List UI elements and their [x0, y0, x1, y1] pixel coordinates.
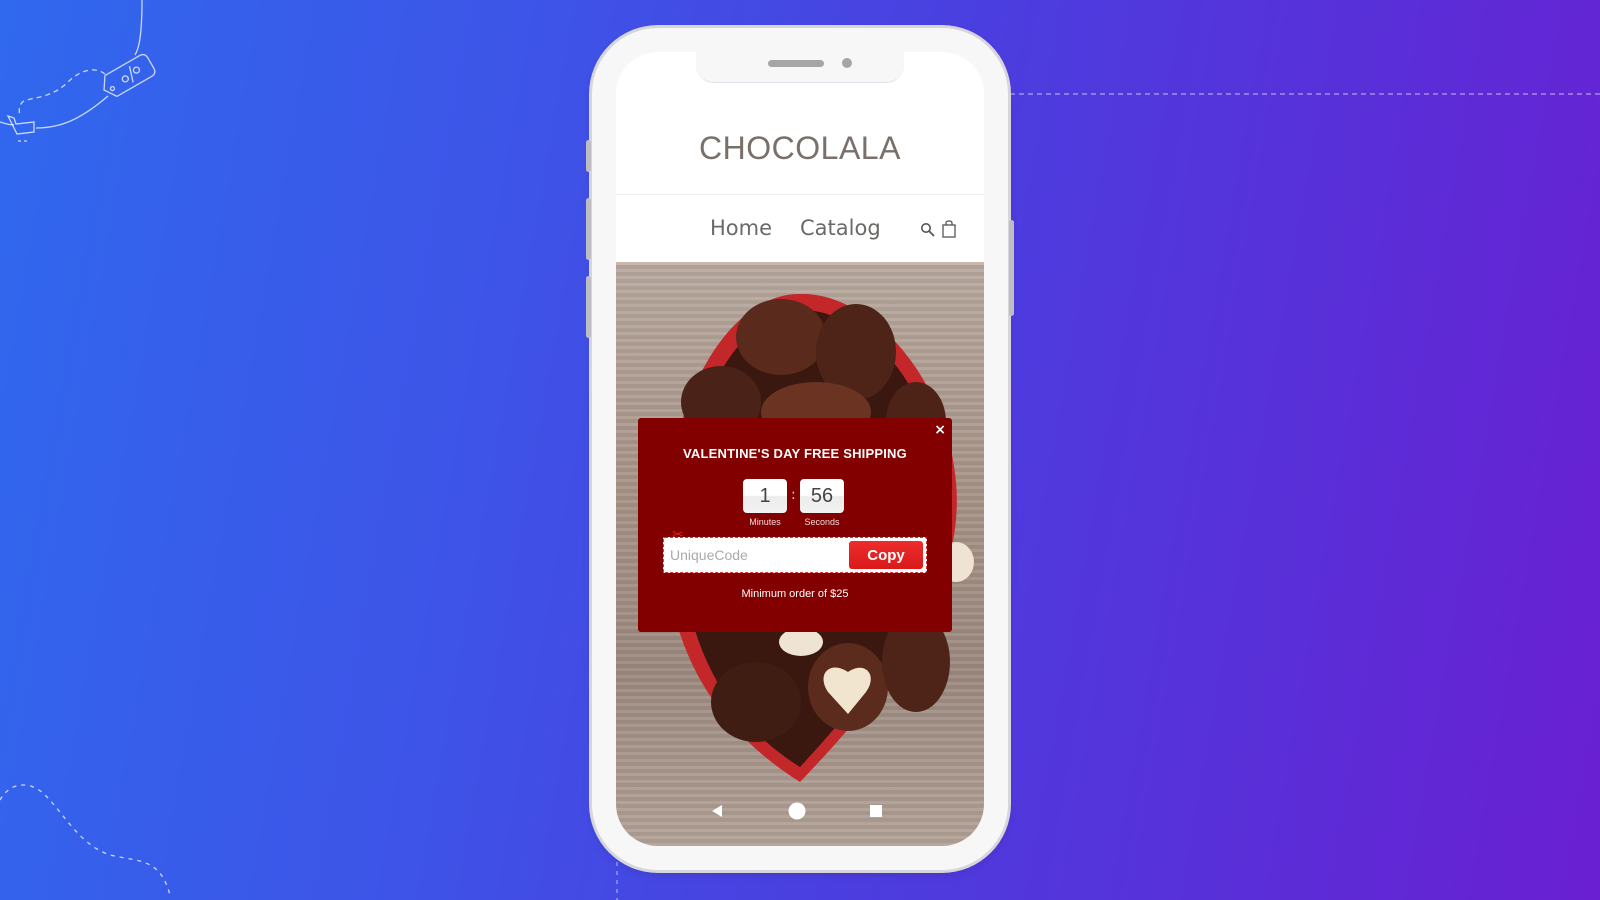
- back-triangle-icon[interactable]: [710, 804, 724, 818]
- shopping-cart-icon: [6, 114, 35, 142]
- store-logo[interactable]: CHOCOLALA: [616, 130, 984, 167]
- nav-link-home[interactable]: Home: [710, 216, 772, 240]
- phone-button-mute: [586, 140, 591, 172]
- phone-button-volume-down: [586, 276, 591, 338]
- decor-dashed-curve: [18, 69, 106, 117]
- copy-button[interactable]: Copy: [849, 541, 923, 569]
- search-icon[interactable]: [920, 222, 936, 238]
- timer-seconds-label: Seconds: [804, 517, 840, 527]
- nav-link-catalog[interactable]: Catalog: [800, 216, 881, 240]
- phone-screen: CHOCOLALA Home Catalog × VALENTINE'S DAY…: [616, 52, 984, 846]
- close-icon[interactable]: ×: [934, 422, 946, 438]
- home-circle-icon[interactable]: [788, 802, 806, 820]
- popup-title: VALENTINE'S DAY FREE SHIPPING: [683, 446, 907, 461]
- phone-frame: CHOCOLALA Home Catalog × VALENTINE'S DAY…: [586, 28, 1014, 870]
- store-nav: Home Catalog: [616, 214, 984, 248]
- phone-button-volume-up: [586, 198, 591, 260]
- decor-dashed-curve-bottom: [0, 784, 171, 896]
- shopping-bag-icon[interactable]: [942, 220, 956, 238]
- timer-minutes-value: 1: [743, 479, 787, 513]
- android-nav-bar: [616, 802, 984, 822]
- decor-curve-top: [134, 0, 143, 56]
- coupon-code-input[interactable]: [670, 542, 840, 568]
- timer-minutes-label: Minutes: [749, 517, 781, 527]
- phone-notch: [696, 52, 904, 83]
- decor-curve-tag-line: [35, 95, 109, 129]
- phone-button-power: [1009, 220, 1014, 316]
- minimum-order-note: Minimum order of $25: [741, 588, 849, 600]
- recents-square-icon[interactable]: [870, 805, 882, 817]
- scissors-icon: ✂: [672, 527, 684, 543]
- front-camera: [842, 58, 852, 68]
- countdown-timer: 1 : 56 Minutes Seconds: [638, 479, 952, 535]
- hero-image-chocolate-box: × VALENTINE'S DAY FREE SHIPPING 1 : 56 M…: [616, 262, 984, 846]
- speaker-grille: [768, 60, 824, 67]
- header-divider: [616, 194, 984, 195]
- coupon-code-box: ✂ Copy: [663, 528, 927, 573]
- timer-separator: :: [791, 487, 796, 503]
- percent-tag-icon: [103, 53, 156, 98]
- free-shipping-popup: × VALENTINE'S DAY FREE SHIPPING 1 : 56 M…: [638, 418, 952, 632]
- timer-seconds-value: 56: [800, 479, 844, 513]
- decor-left-line: [0, 121, 15, 126]
